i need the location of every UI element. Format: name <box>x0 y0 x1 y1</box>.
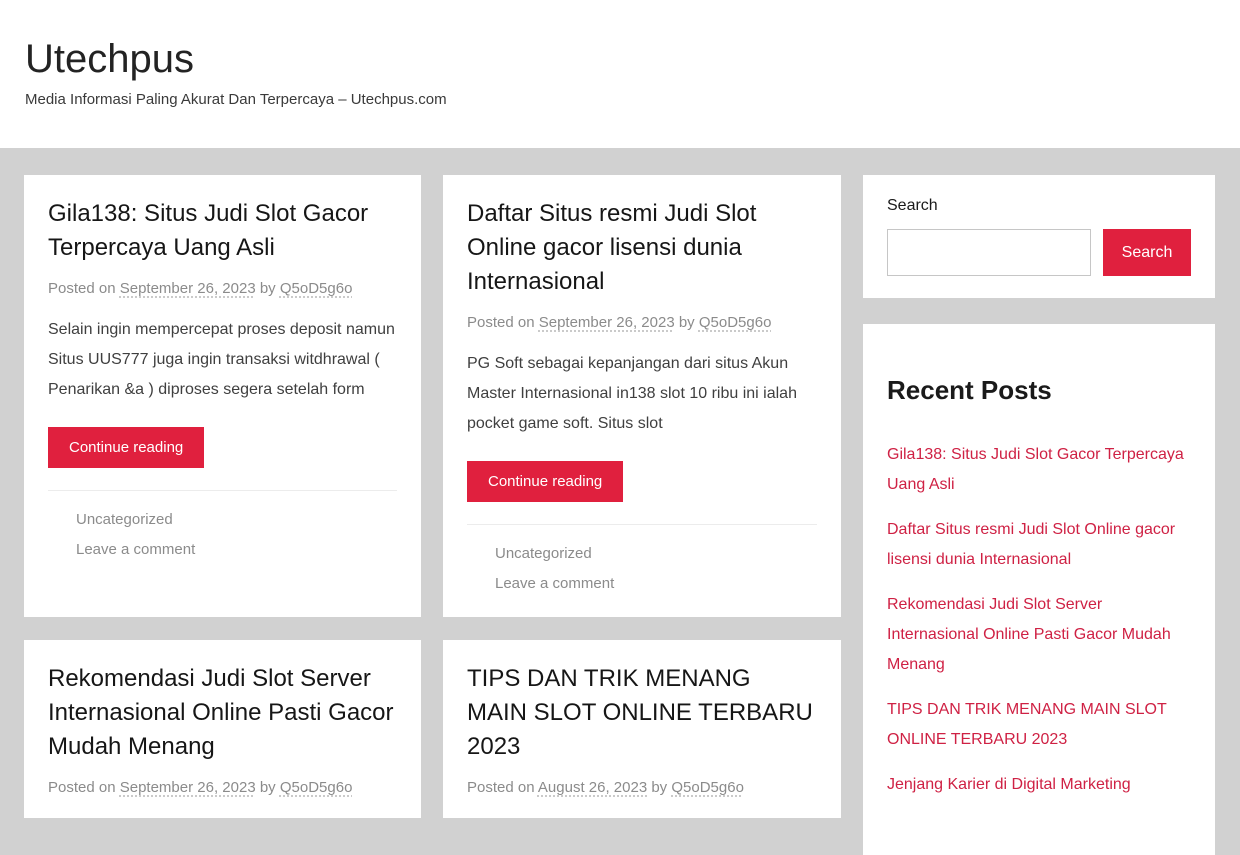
post-excerpt: Selain ingin mempercepat proses deposit … <box>48 315 397 405</box>
post-date-link[interactable]: September 26, 2023 <box>120 779 256 796</box>
sidebar: Search Search Recent Posts Gila138: Situ… <box>863 175 1215 855</box>
recent-post-link[interactable]: Rekomendasi Judi Slot Server Internasion… <box>887 596 1171 673</box>
post-meta: Posted on August 26, 2023 by Q5oD5g6o <box>467 778 817 798</box>
post-author-link[interactable]: Q5oD5g6o <box>699 314 772 331</box>
post-title-link[interactable]: TIPS DAN TRIK MENANG MAIN SLOT ONLINE TE… <box>467 665 813 760</box>
post-card-2: Daftar Situs resmi Judi Slot Online gaco… <box>443 175 841 617</box>
post-title-link[interactable]: Daftar Situs resmi Judi Slot Online gaco… <box>467 200 756 295</box>
post-date-link[interactable]: September 26, 2023 <box>120 280 256 297</box>
search-input[interactable] <box>887 229 1091 276</box>
post-divider <box>48 490 397 491</box>
post-date-link[interactable]: September 26, 2023 <box>539 314 675 331</box>
post-card-3: Rekomendasi Judi Slot Server Internasion… <box>24 640 421 818</box>
list-item: Gila138: Situs Judi Slot Gacor Terpercay… <box>887 440 1191 500</box>
category-link[interactable]: Uncategorized <box>76 507 397 533</box>
post-title-link[interactable]: Gila138: Situs Judi Slot Gacor Terpercay… <box>48 200 368 261</box>
site-title: Utechpus <box>25 36 1215 82</box>
post-author-link[interactable]: Q5oD5g6o <box>671 779 744 796</box>
posted-on-label: Posted on <box>467 314 535 331</box>
post-card-1: Gila138: Situs Judi Slot Gacor Terpercay… <box>24 175 421 617</box>
list-item: Daftar Situs resmi Judi Slot Online gaco… <box>887 515 1191 575</box>
post-date-link[interactable]: August 26, 2023 <box>538 779 647 796</box>
recent-posts-list: Gila138: Situs Judi Slot Gacor Terpercay… <box>887 440 1191 800</box>
by-label: by <box>679 314 695 331</box>
post-footer: Uncategorized Leave a comment <box>495 541 817 597</box>
posted-on-label: Posted on <box>48 280 116 297</box>
post-title: Rekomendasi Judi Slot Server Internasion… <box>48 662 397 764</box>
recent-post-link[interactable]: TIPS DAN TRIK MENANG MAIN SLOT ONLINE TE… <box>887 701 1166 748</box>
posted-on-label: Posted on <box>467 779 535 796</box>
post-card-4: TIPS DAN TRIK MENANG MAIN SLOT ONLINE TE… <box>443 640 841 818</box>
recent-post-link[interactable]: Gila138: Situs Judi Slot Gacor Terpercay… <box>887 446 1184 493</box>
post-title-link[interactable]: Rekomendasi Judi Slot Server Internasion… <box>48 665 394 760</box>
leave-comment-link[interactable]: Leave a comment <box>495 571 817 597</box>
by-label: by <box>260 280 276 297</box>
recent-posts-widget: Recent Posts Gila138: Situs Judi Slot Ga… <box>863 324 1215 855</box>
post-meta: Posted on September 26, 2023 by Q5oD5g6o <box>48 279 397 299</box>
site-title-link[interactable]: Utechpus <box>25 37 194 81</box>
recent-post-link[interactable]: Daftar Situs resmi Judi Slot Online gaco… <box>887 521 1175 568</box>
list-item: Rekomendasi Judi Slot Server Internasion… <box>887 590 1191 680</box>
search-form: Search <box>887 229 1191 276</box>
site-tagline: Media Informasi Paling Akurat Dan Terper… <box>25 90 1215 110</box>
post-meta: Posted on September 26, 2023 by Q5oD5g6o <box>467 313 817 333</box>
by-label: by <box>651 779 667 796</box>
leave-comment-link[interactable]: Leave a comment <box>76 537 397 563</box>
site-header: Utechpus Media Informasi Paling Akurat D… <box>0 0 1240 148</box>
recent-posts-title: Recent Posts <box>887 374 1191 406</box>
post-excerpt: PG Soft sebagai kepanjangan dari situs A… <box>467 349 817 439</box>
search-label: Search <box>887 195 1191 217</box>
list-item: Jenjang Karier di Digital Marketing <box>887 770 1191 800</box>
post-meta: Posted on September 26, 2023 by Q5oD5g6o <box>48 778 397 798</box>
post-title: TIPS DAN TRIK MENANG MAIN SLOT ONLINE TE… <box>467 662 817 764</box>
continue-reading-button[interactable]: Continue reading <box>48 427 204 468</box>
continue-reading-button[interactable]: Continue reading <box>467 461 623 502</box>
post-divider <box>467 524 817 525</box>
category-link[interactable]: Uncategorized <box>495 541 817 567</box>
post-author-link[interactable]: Q5oD5g6o <box>280 280 353 297</box>
post-footer: Uncategorized Leave a comment <box>76 507 397 563</box>
posts-grid: Gila138: Situs Judi Slot Gacor Terpercay… <box>24 175 841 818</box>
list-item: TIPS DAN TRIK MENANG MAIN SLOT ONLINE TE… <box>887 695 1191 755</box>
post-author-link[interactable]: Q5oD5g6o <box>280 779 353 796</box>
post-title: Gila138: Situs Judi Slot Gacor Terpercay… <box>48 197 397 265</box>
by-label: by <box>260 779 276 796</box>
recent-post-link[interactable]: Jenjang Karier di Digital Marketing <box>887 776 1131 793</box>
post-title: Daftar Situs resmi Judi Slot Online gaco… <box>467 197 817 299</box>
search-button[interactable]: Search <box>1103 229 1191 276</box>
search-widget: Search Search <box>863 175 1215 298</box>
content-area: Gila138: Situs Judi Slot Gacor Terpercay… <box>0 148 1240 855</box>
posted-on-label: Posted on <box>48 779 116 796</box>
